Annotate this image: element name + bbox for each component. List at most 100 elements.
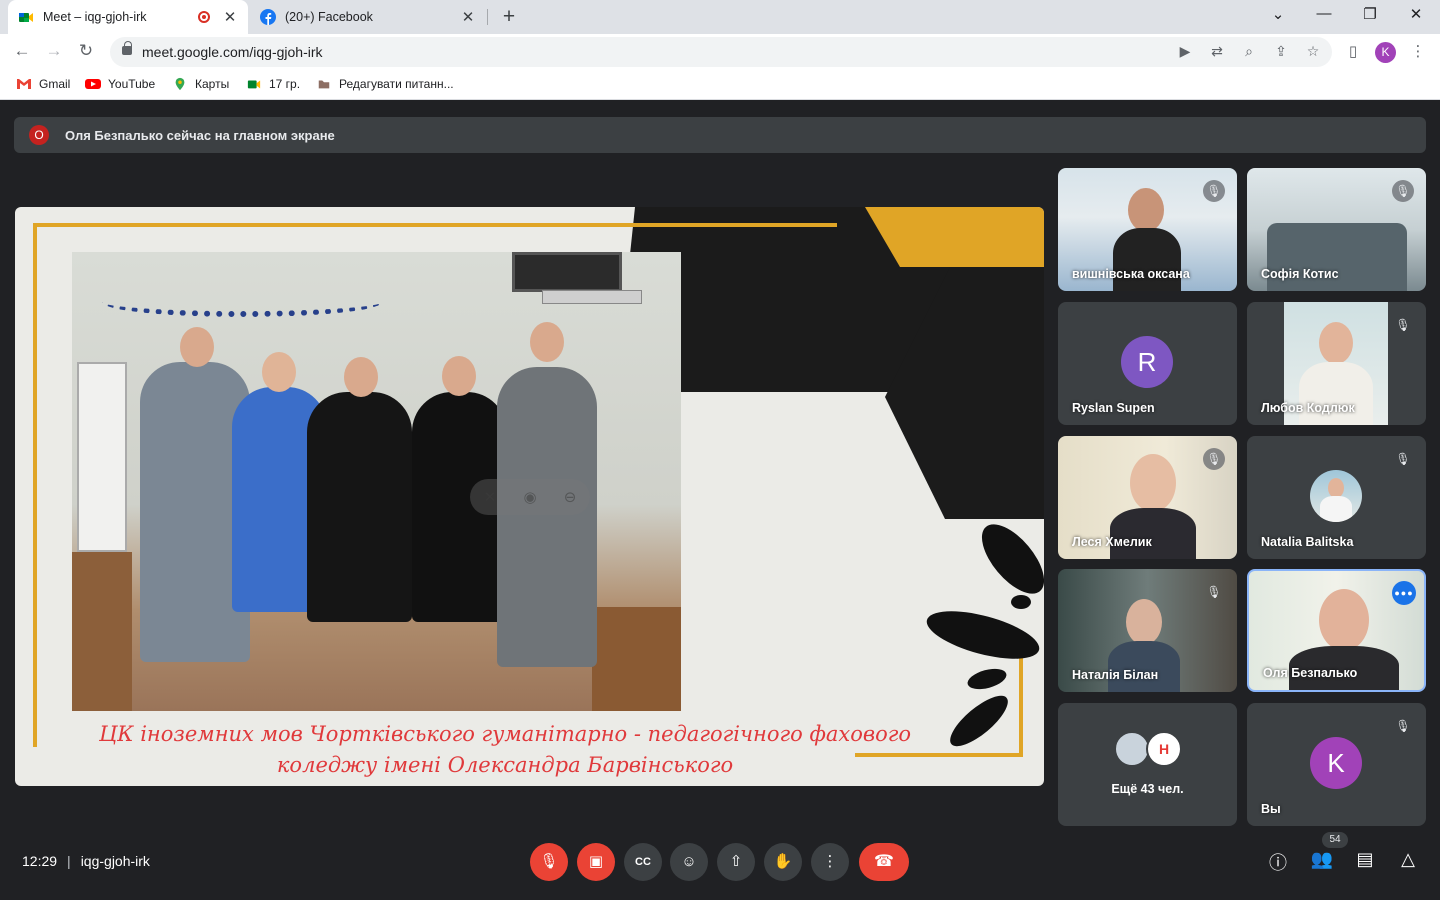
share-icon[interactable]: ⇪ xyxy=(1271,43,1291,60)
volume-icon[interactable]: ◉ xyxy=(523,488,536,506)
participant-avatar: R xyxy=(1121,336,1173,388)
participant-tile[interactable]: 🎙 Natalia Balitska xyxy=(1247,436,1426,559)
bookmark-edit-questions[interactable]: Редагувати питанн... xyxy=(316,77,454,91)
current-time: 12:29 xyxy=(22,853,58,869)
present-screen-icon: ⇧ xyxy=(729,853,743,870)
participant-tile[interactable]: 🎙 Любов Кодлюк xyxy=(1247,302,1426,425)
zoom-icon[interactable]: ⌕ xyxy=(1239,43,1259,60)
side-panel-icon[interactable]: ▯ xyxy=(1342,42,1364,60)
participant-avatar: H xyxy=(1146,731,1182,767)
video-player xyxy=(542,290,642,304)
bookmark-star-icon[interactable]: ☆ xyxy=(1303,43,1323,60)
browser-toolbar: ← → ↻ meet.google.com/iqg-gjoh-irk ▶ ⇄ ⌕… xyxy=(0,34,1440,70)
participant-name: вишнівська оксана xyxy=(1072,267,1190,281)
bookmarks-bar: Gmail YouTube Карты 17 гр. Редагувати пи… xyxy=(0,70,1440,100)
participant-avatar xyxy=(1310,470,1362,522)
bookmark-17gr[interactable]: 17 гр. xyxy=(246,77,300,91)
person-head xyxy=(442,356,476,396)
self-tile[interactable]: K 🎙 Вы xyxy=(1247,703,1426,826)
tab-meet[interactable]: Meet – iqg-gjoh-irk ✕ xyxy=(8,0,248,34)
mute-presenter-icon[interactable]: ✕ xyxy=(484,488,497,506)
menu-kebab-icon[interactable]: ⋮ xyxy=(1407,42,1429,60)
raise-hand-button[interactable]: ✋ xyxy=(764,843,802,881)
participant-tile[interactable]: 🎙 вишнівська оксана xyxy=(1058,168,1237,291)
participant-avatar xyxy=(1114,731,1150,767)
main-presentation[interactable]: ✕ ◉ ⊖ ЦК іноземних мов Чортківського гум… xyxy=(15,207,1044,786)
profile-avatar[interactable]: K xyxy=(1375,42,1396,63)
reload-icon[interactable]: ↻ xyxy=(74,41,98,61)
camera-off-icon: ▣ xyxy=(588,853,604,870)
tab-search-icon[interactable]: ⌄ xyxy=(1255,5,1301,23)
participant-tile-speaking[interactable]: ●●● Оля Безпалько xyxy=(1247,569,1426,692)
present-button[interactable]: ⇧ xyxy=(717,843,755,881)
participant-name: Леся Хмелик xyxy=(1072,535,1152,549)
mic-off-icon: 🎙 xyxy=(539,853,559,870)
chat-icon[interactable]: ▤ xyxy=(1352,849,1378,870)
participant-video xyxy=(1126,599,1162,645)
cabinet xyxy=(592,607,681,711)
participant-name: Оля Безпалько xyxy=(1263,666,1358,680)
translate-icon[interactable]: ⇄ xyxy=(1207,43,1227,60)
hand-icon: ✋ xyxy=(773,853,793,870)
person xyxy=(307,392,412,622)
participant-tile[interactable]: 🎙 Наталія Білан xyxy=(1058,569,1237,692)
close-window-button[interactable]: ✕ xyxy=(1393,5,1439,23)
participant-tile[interactable]: 🎙 Леся Хмелик xyxy=(1058,436,1237,559)
mic-off-button[interactable]: 🎙 xyxy=(530,843,568,881)
more-participants-tile[interactable]: H Ещё 43 чел. xyxy=(1058,703,1237,826)
tab-title: (20+) Facebook xyxy=(285,10,373,24)
address-bar[interactable]: meet.google.com/iqg-gjoh-irk ▶ ⇄ ⌕ ⇪ ☆ xyxy=(110,37,1332,67)
meet-icon xyxy=(247,80,261,89)
muted-mic-icon: 🎙 xyxy=(1203,448,1225,470)
captions-button[interactable]: CC xyxy=(624,843,662,881)
camera-icon[interactable]: ▶ xyxy=(1175,43,1195,60)
bookmark-youtube[interactable]: YouTube xyxy=(85,77,155,91)
participant-video xyxy=(1130,454,1176,512)
tab-separator xyxy=(487,9,488,25)
garland-decoration xyxy=(102,287,382,317)
participant-tile[interactable]: R Ryslan Supen xyxy=(1058,302,1237,425)
muted-mic-icon: 🎙 xyxy=(1395,318,1411,332)
participant-name: Наталія Білан xyxy=(1072,668,1159,682)
back-arrow-icon[interactable]: ← xyxy=(10,41,34,61)
person-head xyxy=(180,327,214,367)
captions-icon: CC xyxy=(635,856,651,868)
remove-icon[interactable]: ⊖ xyxy=(564,488,577,506)
tab-facebook[interactable]: (20+) Facebook ✕ xyxy=(250,0,486,34)
muted-mic-icon: 🎙 xyxy=(1203,180,1225,202)
folder-icon xyxy=(318,80,330,89)
muted-mic-icon: 🎙 xyxy=(1395,452,1411,466)
person-head xyxy=(530,322,564,362)
camera-off-button[interactable]: ▣ xyxy=(577,843,615,881)
meeting-info: 12:29 | iqg-gjoh-irk xyxy=(22,853,150,869)
url-text[interactable]: meet.google.com/iqg-gjoh-irk xyxy=(142,44,323,60)
presenter-banner-text: Оля Безпалько сейчас на главном экране xyxy=(65,127,335,143)
door xyxy=(72,552,132,711)
bookmark-gmail[interactable]: Gmail xyxy=(16,77,70,91)
close-tab-icon[interactable]: ✕ xyxy=(222,8,238,26)
forward-arrow-icon[interactable]: → xyxy=(42,41,66,61)
self-avatar: K xyxy=(1310,737,1362,789)
people-icon[interactable]: 👥 xyxy=(1309,849,1335,870)
bookmark-maps[interactable]: Карты xyxy=(172,77,229,91)
whiteboard xyxy=(77,362,127,552)
participant-name: Любов Кодлюк xyxy=(1261,401,1355,415)
more-options-button[interactable]: ⋮ xyxy=(811,843,849,881)
participant-tile[interactable]: 🎙 Софія Котис xyxy=(1247,168,1426,291)
activities-icon[interactable]: △ xyxy=(1395,849,1421,870)
meeting-details-icon[interactable]: ⓘ xyxy=(1265,849,1291,875)
lock-icon[interactable] xyxy=(122,41,132,55)
close-tab-icon[interactable]: ✕ xyxy=(460,8,476,26)
separator: | xyxy=(67,853,71,869)
participant-video xyxy=(1319,589,1369,651)
facebook-icon xyxy=(260,9,276,25)
emoji-button[interactable]: ☺ xyxy=(670,843,708,881)
minimize-button[interactable]: — xyxy=(1301,5,1347,22)
emoji-icon: ☺ xyxy=(681,853,697,870)
more-vert-icon: ⋮ xyxy=(822,853,838,870)
person-head xyxy=(344,357,378,397)
group-photo xyxy=(72,252,681,711)
restore-button[interactable]: ❐ xyxy=(1347,5,1393,23)
new-tab-button[interactable]: + xyxy=(498,5,520,29)
leave-call-button[interactable]: ☎ xyxy=(859,843,909,881)
